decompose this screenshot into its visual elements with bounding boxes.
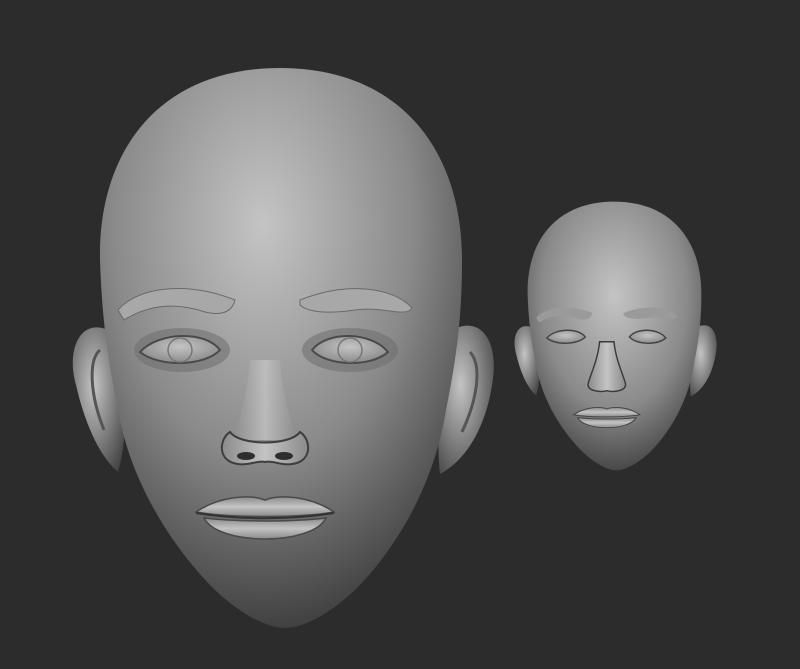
sculpt-viewport[interactable] — [0, 0, 800, 669]
large-head-right-nostril — [275, 452, 293, 460]
large-head-left-nostril — [237, 452, 255, 460]
viewport-render — [0, 0, 800, 669]
